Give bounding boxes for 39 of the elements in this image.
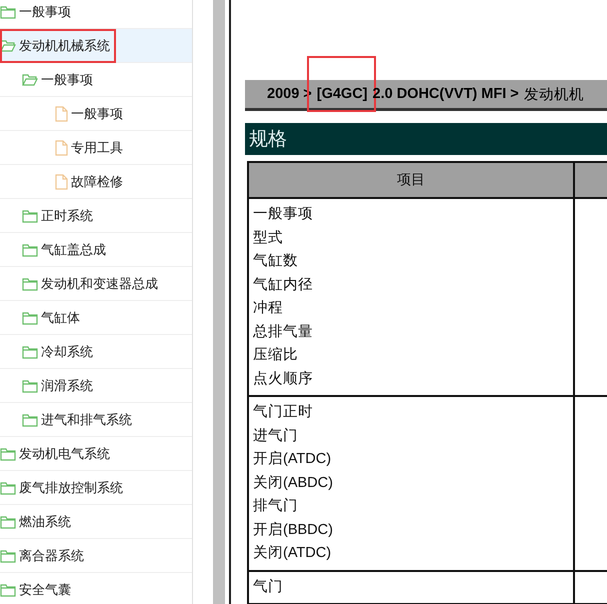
folder-icon — [22, 412, 38, 426]
document-icon — [55, 140, 68, 156]
breadcrumb-text: [G4GC] — [316, 86, 368, 102]
folder-icon — [0, 446, 16, 460]
folder-icon — [22, 344, 38, 358]
cell-text: 一般事项 — [253, 205, 314, 224]
open-folder-icon — [22, 72, 38, 86]
cell-text: 气缸内径 — [253, 276, 314, 294]
cell-text: 气门 — [253, 578, 284, 596]
folder-icon — [22, 208, 38, 222]
cell-text: 开启(BBDC) — [253, 520, 334, 540]
open-folder-icon — [0, 38, 16, 52]
document-icon — [55, 106, 68, 122]
folder-icon — [0, 514, 16, 528]
folder-icon — [0, 480, 16, 494]
breadcrumb-text: 发动机机 — [524, 86, 584, 104]
cell-text: 冲程 — [253, 299, 284, 318]
folder-icon — [22, 378, 38, 392]
document-icon — [55, 174, 68, 190]
cell-text: 型式 — [253, 228, 284, 248]
folder-icon — [0, 548, 16, 562]
tree-item[interactable]: 发动机机械系统 — [0, 29, 192, 63]
cell-text: 关闭(ATDC) — [253, 544, 332, 563]
cell-text: 进气门 — [253, 426, 299, 446]
folder-icon — [22, 310, 38, 324]
section-title: 规格 — [245, 121, 607, 155]
cell-text: 点火顺序 — [253, 370, 314, 388]
cell-text: 气缸数 — [253, 252, 299, 271]
cell-text: 开启(ATDC) — [253, 450, 332, 469]
cell-text: 气门正时 — [253, 402, 314, 422]
folder-icon — [22, 276, 38, 290]
folder-icon — [22, 242, 38, 256]
folder-icon — [0, 4, 16, 18]
cell-text: 总排气量 — [253, 322, 314, 342]
cell-text: 压缩比 — [253, 346, 299, 365]
cell-text: 排气门 — [253, 496, 299, 516]
cell-text: 关闭(ABDC) — [253, 474, 334, 492]
column-header: 项目 — [248, 162, 574, 198]
folder-icon — [0, 582, 16, 596]
